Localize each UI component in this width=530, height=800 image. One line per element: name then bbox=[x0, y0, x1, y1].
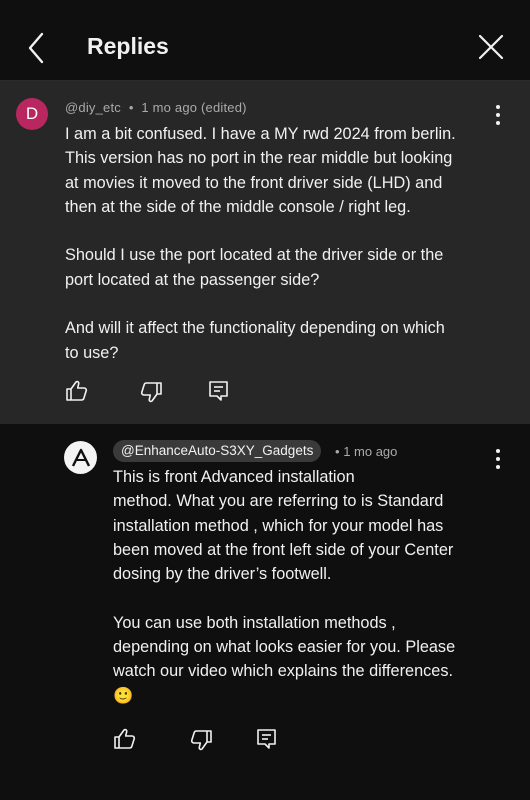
reply-button[interactable] bbox=[254, 726, 280, 752]
dislike-button[interactable] bbox=[188, 727, 214, 753]
meta-separator: • bbox=[335, 444, 340, 459]
back-button[interactable] bbox=[20, 28, 56, 68]
like-button[interactable] bbox=[64, 378, 90, 404]
thumbs-up-icon bbox=[114, 728, 136, 749]
reply-button[interactable] bbox=[206, 378, 232, 404]
reply-comment: @EnhanceAuto-S3XY_Gadgets • 1 mo ago Thi… bbox=[0, 425, 530, 800]
close-button[interactable] bbox=[476, 32, 506, 62]
more-vertical-icon bbox=[496, 105, 500, 125]
reply-comment-icon bbox=[209, 381, 228, 401]
avatar[interactable] bbox=[64, 441, 97, 474]
comment-meta: @diy_etc • 1 mo ago (edited) bbox=[65, 100, 247, 115]
more-options-button[interactable] bbox=[488, 447, 508, 471]
comment-author[interactable]: @diy_etc bbox=[65, 100, 121, 115]
reply-comment-icon bbox=[257, 729, 276, 749]
thumbs-down-icon bbox=[190, 730, 212, 751]
brand-logo-icon bbox=[71, 448, 90, 467]
thumbs-down-icon bbox=[140, 382, 162, 403]
comment-meta: • 1 mo ago bbox=[335, 444, 397, 459]
comment-time: 1 mo ago bbox=[343, 444, 398, 459]
reply-author-badge[interactable]: @EnhanceAuto-S3XY_Gadgets bbox=[113, 440, 322, 462]
comment-body: I am a bit confused. I have a MY rwd 202… bbox=[65, 125, 456, 362]
avatar[interactable]: D bbox=[16, 98, 48, 130]
comment-body: This is front Advanced installation meth… bbox=[113, 468, 456, 705]
page-title: Replies bbox=[87, 33, 169, 59]
replies-header: Replies bbox=[0, 0, 530, 81]
like-button[interactable] bbox=[112, 726, 138, 752]
thumbs-up-icon bbox=[66, 380, 88, 401]
close-icon bbox=[478, 34, 504, 60]
more-options-button[interactable] bbox=[488, 103, 508, 127]
replies-screen: Replies D @diy_etc • 1 mo ago (edited) I… bbox=[0, 0, 530, 800]
comment-time: 1 mo ago (edited) bbox=[141, 100, 247, 115]
chevron-left-icon bbox=[28, 32, 44, 64]
more-vertical-icon bbox=[496, 449, 500, 469]
meta-separator: • bbox=[128, 100, 134, 115]
parent-comment: D @diy_etc • 1 mo ago (edited) I am a bi… bbox=[0, 81, 530, 424]
dislike-button[interactable] bbox=[138, 379, 164, 405]
avatar-letter: D bbox=[25, 104, 39, 123]
